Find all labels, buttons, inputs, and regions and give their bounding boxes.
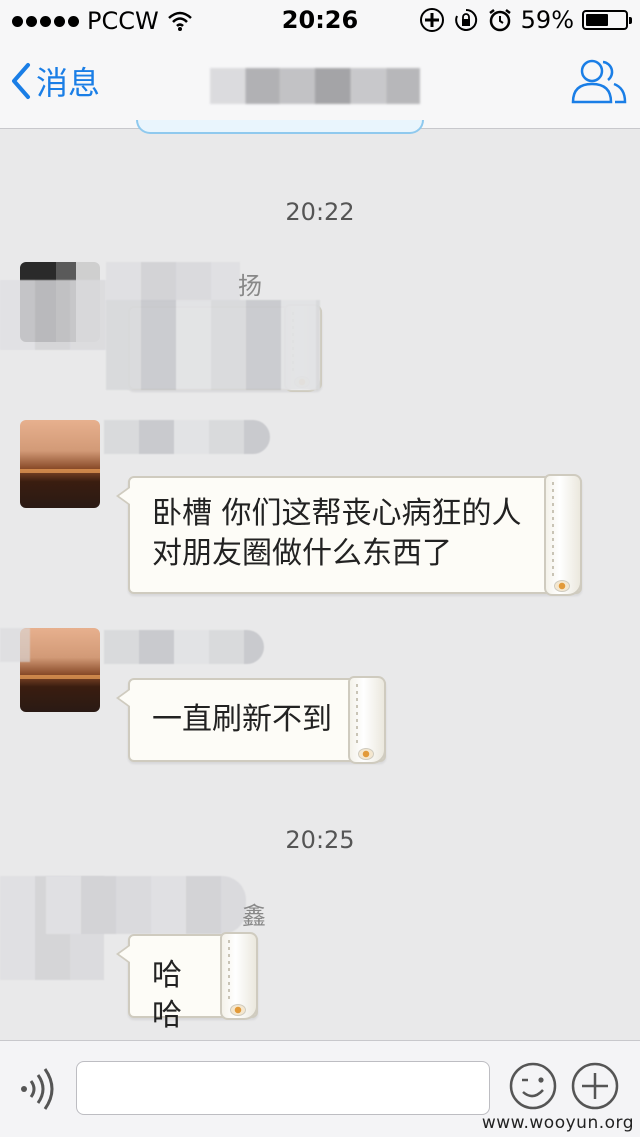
emoji-icon: [509, 1062, 557, 1110]
bubble-tail: [116, 944, 130, 964]
redacted-mosaic: [0, 280, 110, 350]
status-bar: PCCW 20:26 59%: [0, 0, 640, 40]
chat-title-redacted: [210, 68, 420, 104]
sender-name-partial: 鑫: [242, 902, 266, 930]
bubble-tail: [116, 486, 130, 506]
avatar[interactable]: [20, 420, 100, 508]
redacted-mosaic: [0, 628, 30, 662]
back-button[interactable]: 消息: [10, 58, 100, 104]
battery-icon: [582, 10, 632, 30]
emoji-button[interactable]: [508, 1061, 558, 1115]
message-bubble[interactable]: 卧槽 你们这帮丧心病狂的人对朋友圈做什么东西了: [116, 474, 582, 596]
plus-icon: [571, 1062, 619, 1110]
chat-timestamp: 20:22: [285, 198, 355, 226]
bubble-scroll-decoration: [544, 474, 582, 596]
alarm-icon: [488, 9, 511, 32]
message-bubble[interactable]: 哈哈: [116, 932, 258, 1033]
bubble-scroll-decoration: [220, 932, 258, 1020]
pinned-message-edge: [136, 120, 424, 134]
sender-name-partial: 扬: [238, 272, 262, 300]
group-members-button[interactable]: [570, 56, 628, 110]
message-text: 一直刷新不到: [152, 702, 332, 737]
redacted-sender-name: [104, 420, 270, 454]
redacted-sender-name: [46, 876, 246, 934]
message-bubble[interactable]: 一直刷新不到: [116, 676, 386, 764]
redacted-sender-name: [104, 630, 264, 664]
input-bar: www.wooyun.org: [0, 1040, 640, 1137]
status-right: 59%: [419, 6, 632, 34]
bubble-tail: [116, 688, 130, 708]
message-text: 卧槽 你们这帮丧心病狂的人对朋友圈做什么东西了: [152, 496, 522, 571]
bubble-scroll-decoration: [348, 676, 386, 764]
contacts-icon: [571, 59, 627, 104]
avatar[interactable]: [20, 628, 100, 712]
more-options-button[interactable]: [570, 1061, 620, 1115]
chevron-left-icon: [12, 63, 30, 99]
redacted-message: [106, 300, 320, 390]
message-text: 哈哈: [152, 958, 182, 1033]
nav-bar: 消息: [0, 40, 640, 129]
message-input[interactable]: [76, 1061, 490, 1115]
redacted-sender-name: [106, 262, 240, 302]
voice-icon: [21, 1068, 54, 1110]
battery-fill: [586, 14, 609, 26]
voice-button[interactable]: [18, 1067, 58, 1115]
location-icon: [419, 8, 444, 32]
watermark: www.wooyun.org: [481, 1113, 634, 1133]
back-label: 消息: [36, 64, 101, 102]
battery-percent: 59%: [520, 6, 574, 34]
chat-timestamp: 20:25: [285, 826, 355, 854]
rotation-lock-icon: [454, 8, 477, 31]
